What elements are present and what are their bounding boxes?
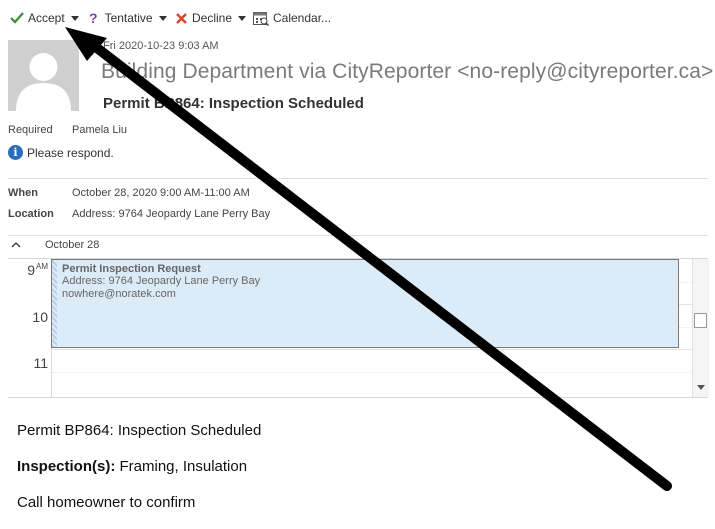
when-value: October 28, 2020 9:00 AM-11:00 AM <box>72 187 250 199</box>
location-label: Location <box>8 208 54 220</box>
event-email: nowhere@noratek.com <box>62 288 176 300</box>
avatar <box>8 40 79 111</box>
half-hour-line <box>52 372 692 373</box>
calendar-date: October 28 <box>45 239 100 251</box>
calendar-icon <box>253 11 269 26</box>
collapse-chevron-up-icon[interactable] <box>11 241 21 249</box>
sender[interactable]: Building Department via CityReporter <no… <box>101 60 713 84</box>
question-mark-icon: ? <box>89 10 98 26</box>
calendar-event[interactable]: Permit Inspection Request Address: 9764 … <box>51 259 679 348</box>
inspection-label: Inspection(s): <box>17 458 116 475</box>
tentative-button[interactable]: ? Tentative <box>89 8 167 28</box>
event-title: Permit Inspection Request <box>62 263 201 275</box>
chevron-down-icon[interactable] <box>238 15 247 21</box>
body-subject-line: Permit BP864: Inspection Scheduled <box>17 422 262 439</box>
accept-label: Accept <box>28 11 65 25</box>
divider <box>8 178 708 179</box>
hour-line <box>52 349 692 350</box>
scrollbar-thumb[interactable] <box>694 313 707 328</box>
decline-label: Decline <box>192 11 233 25</box>
chevron-down-icon[interactable] <box>158 15 167 21</box>
scrollbar[interactable] <box>692 259 709 397</box>
person-icon <box>16 53 71 111</box>
required-label: Required <box>8 124 53 136</box>
info-icon: i <box>8 145 23 160</box>
calendar-label: Calendar... <box>273 11 332 25</box>
inspection-value: Framing, Insulation <box>115 458 248 475</box>
event-address: Address: 9764 Jeopardy Lane Perry Bay <box>62 275 261 287</box>
hour-11: 11 <box>33 355 48 371</box>
hour-9: 9AM <box>27 262 48 278</box>
inspection-line: Inspection(s): Framing, Insulation <box>17 458 247 475</box>
body-instruction-line: Call homeowner to confirm <box>17 494 196 511</box>
tentative-stripe <box>52 260 57 347</box>
calendar-preview: 9AM 10 11 Permit Inspection Request Addr… <box>8 258 709 398</box>
location-value: Address: 9764 Jeopardy Lane Perry Bay <box>72 208 271 220</box>
accept-button[interactable]: Accept <box>10 8 79 28</box>
x-icon <box>176 12 187 24</box>
calendar-button[interactable]: Calendar... <box>253 8 331 28</box>
message-subject: Permit BP864: Inspection Scheduled <box>103 95 364 112</box>
hour-10: 10 <box>32 309 48 325</box>
message-date: Fri 2020-10-23 9:03 AM <box>103 40 219 52</box>
required-attendee[interactable]: Pamela Liu <box>72 124 127 136</box>
chevron-down-icon[interactable] <box>70 15 79 21</box>
when-label: When <box>8 187 38 199</box>
divider <box>8 235 708 236</box>
decline-button[interactable]: Decline <box>175 8 247 28</box>
respond-notice: Please respond. <box>27 146 114 160</box>
tentative-label: Tentative <box>104 11 153 25</box>
scroll-down-arrow-icon[interactable] <box>697 385 705 390</box>
hour-column: 9AM 10 11 <box>8 259 52 397</box>
checkmark-icon <box>10 12 24 24</box>
